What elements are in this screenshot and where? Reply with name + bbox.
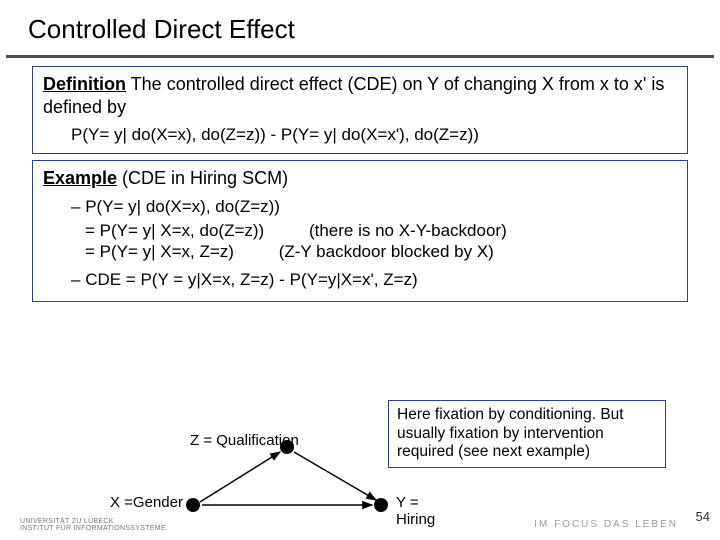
example-heading-tail: (CDE in Hiring SCM) [117, 168, 288, 188]
node-x [186, 498, 200, 512]
eq-row: = P(Y= y| X=x, do(Z=z)) (there is no X-Y… [85, 220, 677, 241]
definition-heading: Definition [43, 74, 126, 94]
footer-left: UNIVERSITÄT ZU LÜBECK INSTITUT FÜR INFOR… [20, 518, 166, 532]
example-list: P(Y= y| do(X=x), do(Z=z)) [71, 196, 677, 217]
page-number: 54 [696, 509, 710, 524]
eq-lhs: = P(Y= y| X=x, Z=z) [85, 242, 234, 261]
node-y [374, 498, 388, 512]
example-list: CDE = P(Y = y|X=x, Z=z) - P(Y=y|X=x', Z=… [71, 269, 677, 290]
slide: Controlled Direct Effect Definition The … [0, 0, 720, 540]
eq-note: (there is no X-Y-backdoor) [309, 220, 507, 241]
example-box: Example (CDE in Hiring SCM) P(Y= y| do(X… [32, 160, 688, 302]
label-y: Y = Hiring [396, 494, 435, 528]
example-heading: Example [43, 168, 117, 188]
footer-institute: INSTITUT FÜR INFORMATIONSSYSTEME [20, 525, 166, 532]
list-item: CDE = P(Y = y|X=x, Z=z) - P(Y=y|X=x', Z=… [71, 269, 677, 290]
label-z: Z = Qualification [190, 432, 299, 449]
eq-lhs: = P(Y= y| X=x, do(Z=z)) [85, 221, 264, 240]
footer-right: IM FOCUS DAS LEBEN [534, 519, 678, 530]
eq-note: (Z-Y backdoor blocked by X) [279, 241, 494, 262]
slide-title: Controlled Direct Effect [0, 0, 720, 55]
list-item: P(Y= y| do(X=x), do(Z=z)) [71, 196, 677, 217]
footer-university: UNIVERSITÄT ZU LÜBECK [20, 518, 166, 525]
callout-box: Here fixation by conditioning. But usual… [388, 400, 666, 468]
definition-formula: P(Y= y| do(X=x), do(Z=z)) - P(Y= y| do(X… [71, 124, 677, 145]
definition-body: The controlled direct effect (CDE) on Y … [43, 74, 664, 117]
title-rule [6, 55, 714, 58]
label-x: X =Gender [110, 494, 183, 511]
definition-box: Definition The controlled direct effect … [32, 66, 688, 154]
dag-graph: Z = Qualification X =Gender Y = Hiring [130, 412, 430, 522]
eq-row: = P(Y= y| X=x, Z=z) (Z-Y backdoor blocke… [85, 241, 677, 262]
